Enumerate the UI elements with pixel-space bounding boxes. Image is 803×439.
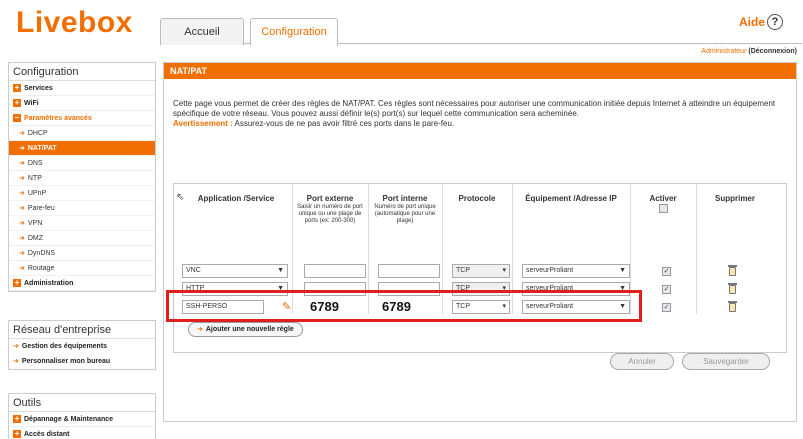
arrow-right-icon: ➜ — [19, 205, 25, 212]
main-tabs: Accueil Configuration — [160, 18, 802, 46]
user-role: Administrateur — [701, 48, 747, 55]
arrow-right-icon: ➜ — [19, 190, 25, 197]
sidebar-item-remote[interactable]: + Accès distant — [9, 427, 155, 439]
sidebar-item-label: Paramètres avancés — [24, 114, 92, 122]
sidebar-item-dns[interactable]: ➜ DNS — [9, 156, 155, 171]
col-device: Équipement /Adresse IP — [525, 194, 617, 203]
col-protocol: Protocole — [458, 194, 496, 203]
application-select[interactable]: VNC ▼ — [182, 264, 288, 278]
intro-text: Cette page vous permet de créer des règl… — [173, 99, 776, 128]
sidebar-title: Configuration — [9, 63, 155, 81]
sidebar-item-natpat[interactable]: ➜ NAT/PAT — [9, 141, 155, 156]
expand-icon: + — [13, 429, 21, 438]
col-enable: Activer — [632, 194, 694, 216]
tab-accueil[interactable]: Accueil — [160, 18, 244, 45]
expand-icon: + — [13, 414, 21, 423]
port-internal-input[interactable] — [378, 264, 440, 278]
help-label: Aide — [738, 15, 765, 29]
sidebar-item-label: WiFi — [24, 99, 39, 107]
col-application: Application /Service — [197, 194, 275, 203]
natpat-table: ⇖ Application /Service Port externe Saisi… — [173, 183, 787, 353]
sidebar-item-firewall[interactable]: ➜ Pare-feu — [9, 201, 155, 216]
sidebar-enterprise: Réseau d'entreprise ➜ Gestion des équipem… — [8, 320, 156, 370]
sidebar-title: Réseau d'entreprise — [9, 321, 155, 339]
arrow-right-icon: ➜ — [19, 130, 25, 137]
sidebar-title: Outils — [9, 394, 155, 412]
col-delete: Supprimer — [714, 194, 755, 203]
col-port-internal: Port interne Numéro de port unique (autom… — [374, 194, 436, 224]
sidebar-item-administration[interactable]: + Administration — [9, 276, 155, 291]
sidebar-item-dyndns[interactable]: ➜ DynDNS — [9, 246, 155, 261]
arrow-right-icon: ➜ — [19, 235, 25, 242]
sidebar-item-label: Services — [24, 84, 53, 92]
sidebar-item-ntp[interactable]: ➜ NTP — [9, 171, 155, 186]
port-external-input[interactable] — [304, 264, 366, 278]
highlight-box — [166, 290, 642, 322]
sidebar-item-devices[interactable]: ➜ Gestion des équipements — [9, 339, 155, 354]
sidebar-item-label: Administration — [24, 279, 74, 287]
tab-configuration[interactable]: Configuration — [250, 18, 338, 46]
warning-label: Avertissement : — [173, 119, 233, 128]
sidebar-item-dhcp[interactable]: ➜ DHCP — [9, 126, 155, 141]
enable-checkbox[interactable]: ✓ — [662, 303, 671, 312]
trash-icon[interactable] — [728, 283, 737, 294]
protocol-select[interactable]: TCP ▾ — [452, 264, 510, 278]
sidebar-item-customize[interactable]: ➜ Personnaliser mon bureau — [9, 354, 155, 369]
save-button[interactable]: Sauvegarder — [682, 353, 770, 370]
sidebar-item-upnp[interactable]: ➜ UPnP — [9, 186, 155, 201]
col-port-external: Port externe Saisir un numéro de port uni… — [297, 194, 363, 224]
sidebar-configuration: Configuration + Services + WiFi − Paramètre… — [8, 62, 156, 292]
sidebar-item-dmz[interactable]: ➜ DMZ — [9, 231, 155, 246]
arrow-right-icon: ➜ — [19, 145, 25, 152]
chevron-down-icon: ▾ — [502, 267, 506, 274]
user-line: Administrateur (Déconnexion) — [701, 48, 797, 55]
sidebar-item-troubleshoot[interactable]: + Dépannage & Maintenance — [9, 412, 155, 427]
arrow-right-icon: ➜ — [19, 160, 25, 167]
sidebar-item-vpn[interactable]: ➜ VPN — [9, 216, 155, 231]
arrow-right-icon: ➜ — [19, 175, 25, 182]
arrow-right-icon: ➜ — [197, 326, 203, 333]
arrow-right-icon: ➜ — [19, 220, 25, 227]
trash-icon[interactable] — [728, 265, 737, 276]
chevron-down-icon: ▼ — [277, 267, 284, 274]
sidebar-item-wifi[interactable]: + WiFi — [9, 96, 155, 111]
arrow-right-icon: ➜ — [19, 250, 25, 257]
sidebar-item-advanced[interactable]: − Paramètres avancés — [9, 111, 155, 126]
device-select[interactable]: serveurProliant ▼ — [522, 264, 630, 278]
warning-text: Assurez-vous de ne pas avoir filtré ces … — [232, 119, 455, 128]
arrow-right-icon: ➜ — [19, 265, 25, 272]
enable-all-checkbox[interactable] — [658, 204, 668, 213]
cancel-button[interactable]: Annuler — [610, 353, 674, 370]
add-rule-button[interactable]: ➜ Ajouter une nouvelle règle — [188, 322, 303, 337]
livebox-logo: Livebox — [16, 6, 133, 39]
sidebar-item-routing[interactable]: ➜ Routage — [9, 261, 155, 276]
natpat-panel: NAT/PAT Cette page vous permet de créer … — [163, 62, 797, 422]
expand-icon: + — [13, 98, 21, 107]
enable-checkbox[interactable]: ✓ — [662, 285, 671, 294]
expand-icon: + — [13, 278, 21, 287]
expand-icon: + — [13, 83, 21, 92]
trash-icon[interactable] — [728, 301, 737, 312]
arrow-right-icon: ➜ — [13, 358, 19, 365]
collapse-icon: − — [13, 113, 21, 122]
sidebar-tools: Outils + Dépannage & Maintenance + Accès d… — [8, 393, 156, 439]
table-row: VNC ▼ TCP ▾ serveurProliant ▼ ✓ — [182, 264, 780, 282]
chevron-down-icon: ▼ — [619, 267, 626, 274]
sidebar-item-services[interactable]: + Services — [9, 81, 155, 96]
section-title: NAT/PAT — [164, 63, 796, 79]
help-link[interactable]: Aide ? — [739, 14, 783, 30]
enable-checkbox[interactable]: ✓ — [662, 267, 671, 276]
arrow-right-icon: ➜ — [13, 343, 19, 350]
logout-link[interactable]: (Déconnexion) — [748, 48, 797, 55]
help-icon: ? — [767, 14, 783, 30]
